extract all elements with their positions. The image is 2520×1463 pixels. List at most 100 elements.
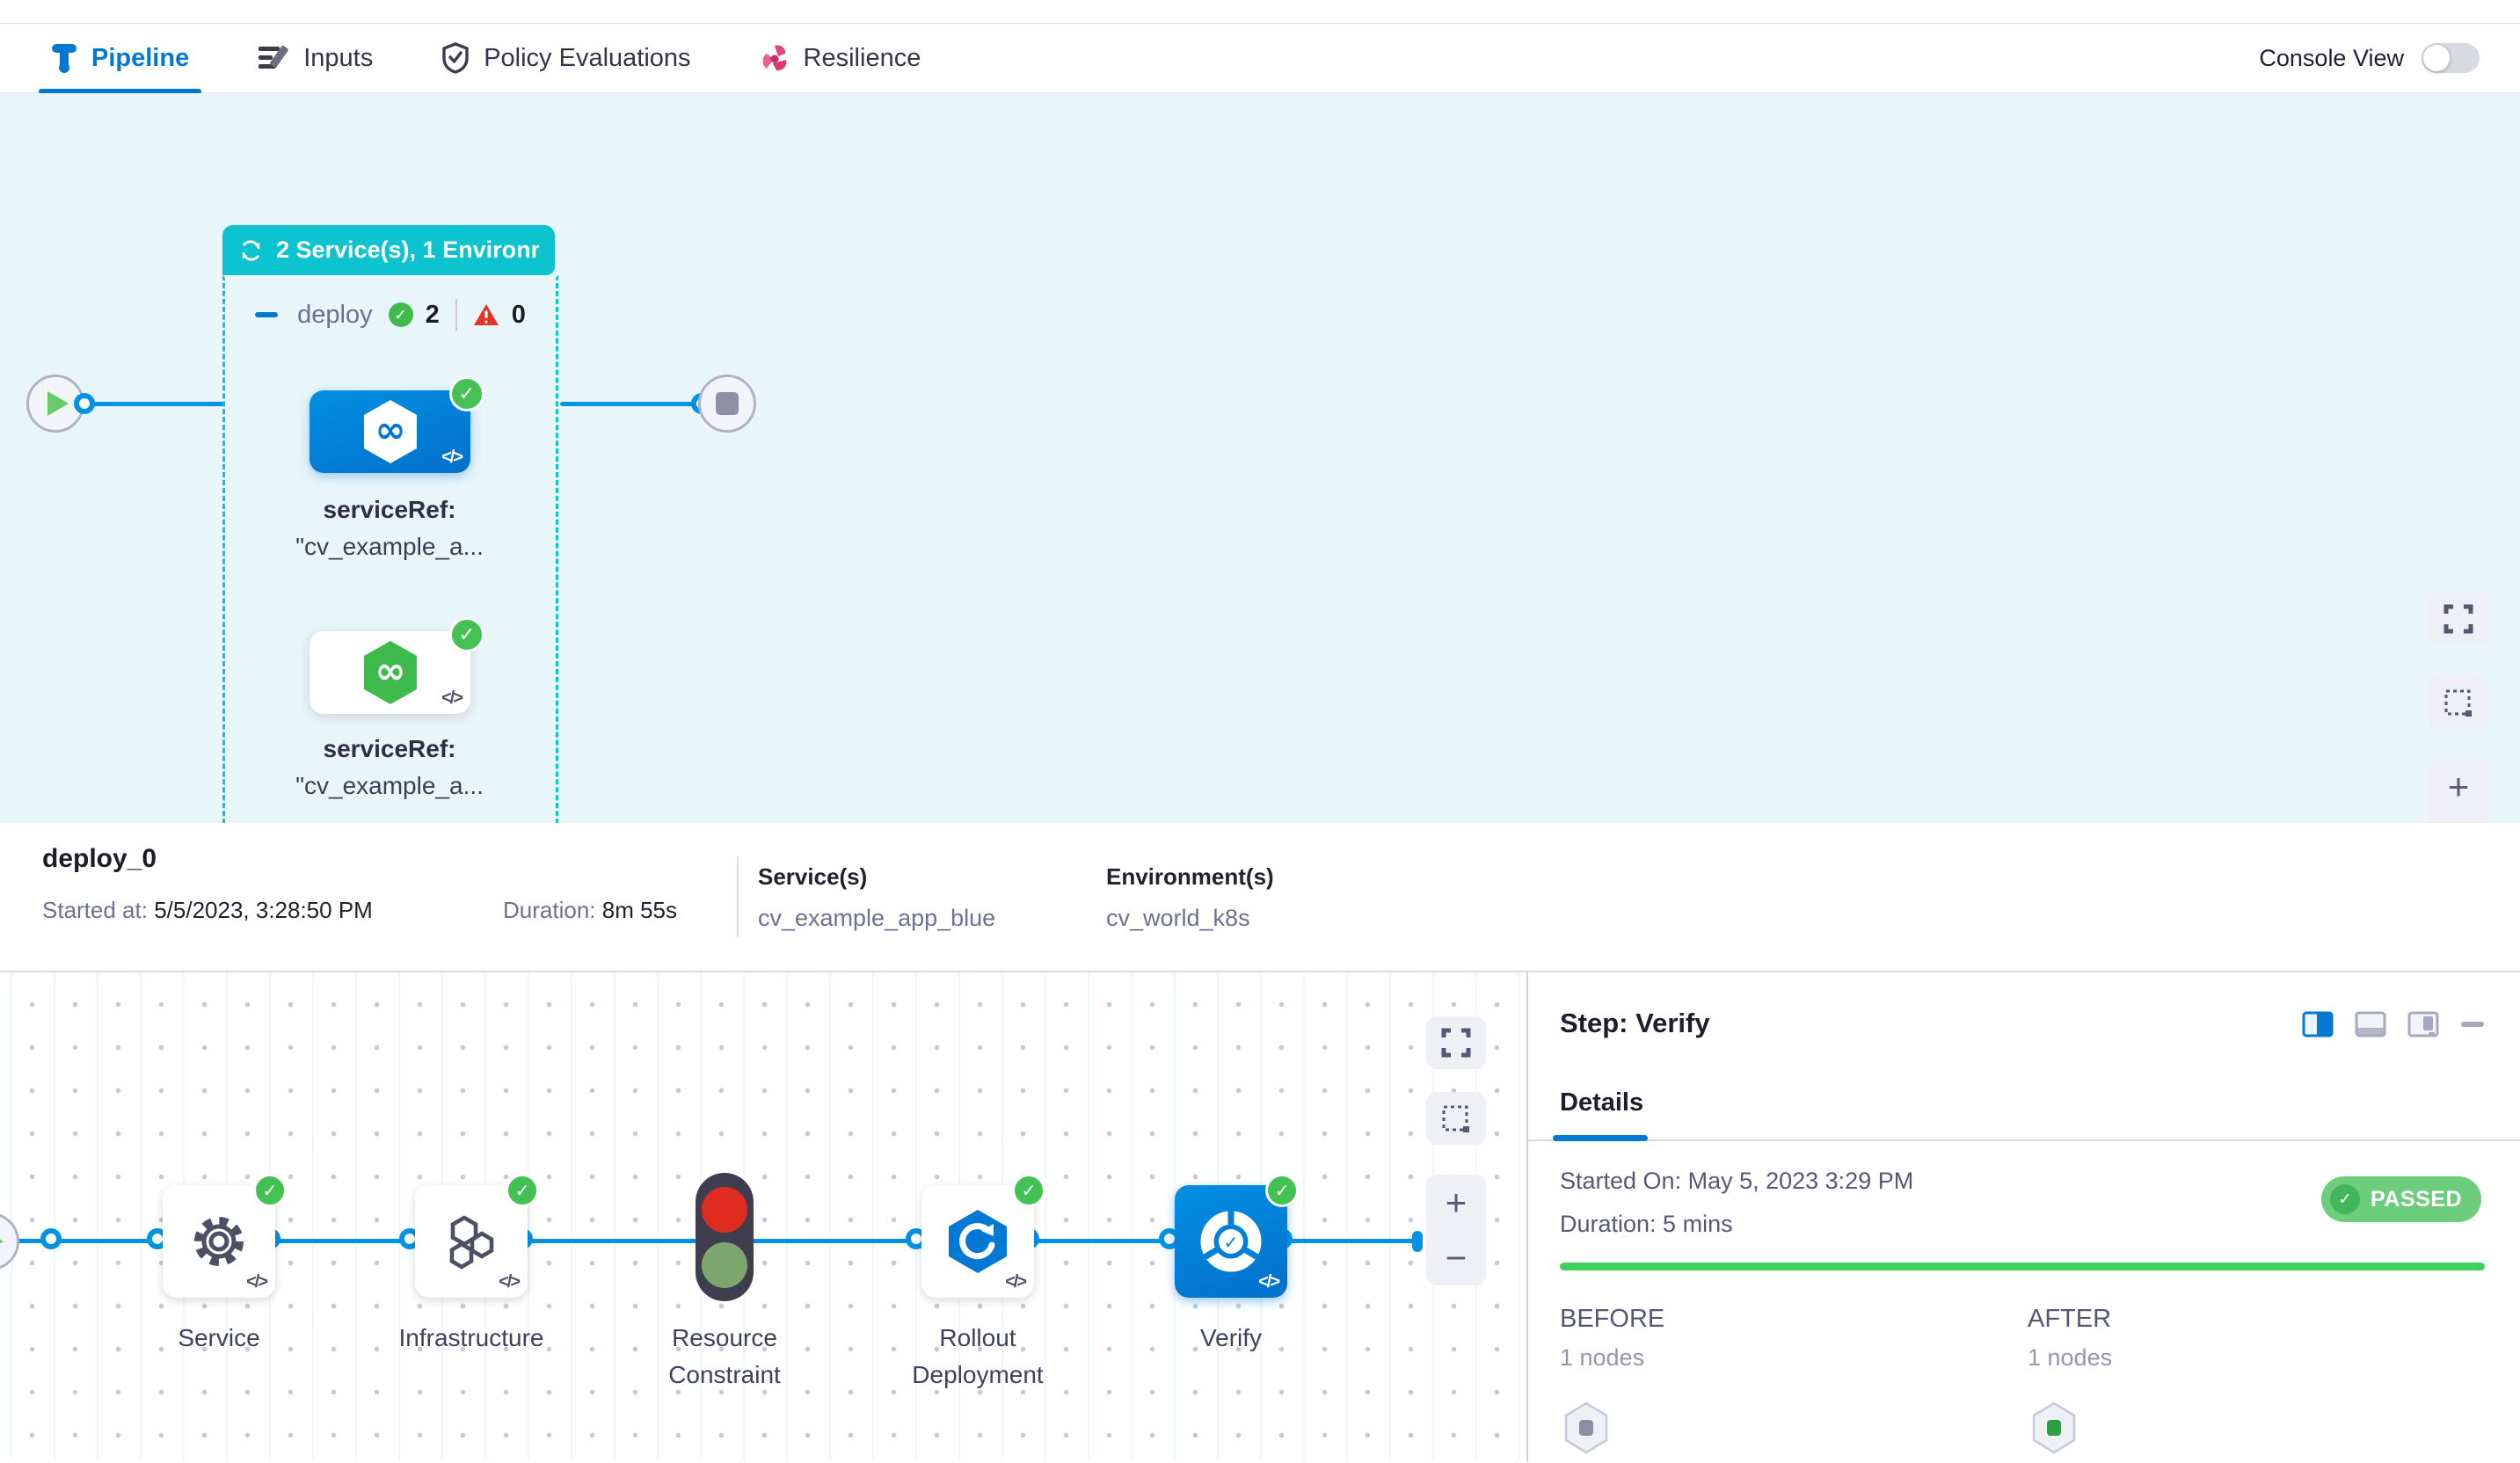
warning-triangle-icon xyxy=(473,303,499,327)
stop-icon xyxy=(716,392,739,415)
tab-resilience[interactable]: Resilience xyxy=(760,23,921,93)
svg-text:∞: ∞ xyxy=(375,408,405,451)
code-icon: </> xyxy=(246,1272,266,1292)
code-icon: </> xyxy=(1258,1272,1278,1292)
after-count: 1 nodes xyxy=(2028,1344,2112,1372)
service-node-1[interactable]: ∞ ✓ </> xyxy=(310,390,470,473)
step-label-rollout-deployment: Rollout Deployment xyxy=(846,1320,1110,1394)
svg-text:∞: ∞ xyxy=(375,649,405,692)
canvas-fit-view-button[interactable] xyxy=(2429,593,2488,645)
zoom-out-button[interactable]: − xyxy=(1446,1240,1468,1277)
step-node-rollout-deployment[interactable]: ✓ </> xyxy=(921,1185,1034,1298)
zoom-in-button[interactable]: + xyxy=(2448,768,2470,805)
tab-inputs[interactable]: Inputs xyxy=(258,23,373,93)
panel-layout-controls xyxy=(2302,1011,2485,1037)
details-tab-underline xyxy=(1553,1135,1648,1141)
code-icon: </> xyxy=(1005,1272,1025,1292)
tab-resilience-label: Resilience xyxy=(804,44,921,73)
gear-icon xyxy=(190,1212,248,1270)
started-at-label: Started at: xyxy=(42,897,148,923)
status-success-badge: ✓ xyxy=(449,376,484,411)
tab-pipeline-label: Pipeline xyxy=(91,44,189,73)
tab-policy-evaluations-label: Policy Evaluations xyxy=(484,44,690,73)
canvas-select-button[interactable] xyxy=(2429,676,2488,729)
step-node-infrastructure[interactable]: ✓ </> xyxy=(415,1185,528,1298)
fullscreen-icon xyxy=(1441,1028,1471,1058)
service-ref-label-2: serviceRef: "cv_example_a... xyxy=(249,735,530,800)
before-nodes-group: BEFORE 1 nodes xyxy=(1560,1305,1664,1372)
environments-summary: Environment(s) cv_world_k8s xyxy=(1106,863,1274,932)
canvas-zoom-controls: + − xyxy=(2429,759,2488,823)
layout-right-drawer-icon[interactable] xyxy=(2407,1011,2439,1037)
play-icon xyxy=(47,391,69,416)
marquee-select-icon xyxy=(2443,688,2474,717)
services-label: Service(s) xyxy=(758,863,995,891)
step-detail-title: Step: Verify xyxy=(1560,1008,1710,1039)
execution-detail-area: ✓ </> Service ✓ </> Infrastructure xyxy=(0,972,2520,1461)
layout-bottom-icon[interactable] xyxy=(2355,1011,2386,1037)
step-label-infrastructure: Infrastructure xyxy=(339,1320,603,1357)
pipeline-icon xyxy=(51,42,77,74)
tab-pipeline[interactable]: Pipeline xyxy=(51,23,189,93)
code-icon: </> xyxy=(441,448,462,468)
after-node-hexagon[interactable] xyxy=(2031,1401,2077,1454)
environments-value[interactable]: cv_world_k8s xyxy=(1106,905,1274,932)
edge-stage-to-end xyxy=(560,402,703,406)
canvas-select-button[interactable] xyxy=(1426,1092,1486,1145)
harness-service-icon: ∞ xyxy=(358,397,423,467)
tab-details[interactable]: Details xyxy=(1560,1088,1643,1117)
summary-divider xyxy=(737,856,739,937)
status-badge: ✓ PASSED xyxy=(2321,1176,2481,1222)
edge-connector-dot xyxy=(40,1228,62,1249)
services-value[interactable]: cv_example_app_blue xyxy=(758,905,995,932)
console-view-toggle[interactable] xyxy=(2422,43,2480,73)
step-detail-panel: Step: Verify Detai xyxy=(1526,972,2520,1461)
console-view-group: Console View xyxy=(2259,23,2480,93)
step-duration: Duration: 5 mins xyxy=(1560,1211,1733,1238)
status-success-badge: ✓ xyxy=(1265,1174,1299,1207)
execution-tabs: Pipeline Inputs Policy Evaluations xyxy=(51,23,921,93)
step-node-service[interactable]: ✓ </> xyxy=(163,1185,275,1298)
zoom-in-button[interactable]: + xyxy=(1446,1184,1468,1221)
resilience-chaos-icon xyxy=(760,42,790,74)
count-divider xyxy=(455,299,457,331)
pipeline-execution-page: Pipeline Inputs Policy Evaluations xyxy=(0,0,2520,1463)
pipeline-stage-canvas[interactable]: 2 Service(s), 1 Environme... deploy ✓ 2 … xyxy=(0,93,2520,823)
service-ref-value: "cv_example_a... xyxy=(249,772,530,800)
status-badge-label: PASSED xyxy=(2371,1187,2462,1212)
minimize-panel-icon[interactable] xyxy=(2460,1011,2485,1037)
execution-graph-canvas[interactable]: ✓ </> Service ✓ </> Infrastructure xyxy=(0,972,1526,1461)
step-label-resource-constraint: Resource Constraint xyxy=(593,1320,856,1394)
tab-policy-evaluations[interactable]: Policy Evaluations xyxy=(441,23,690,93)
fullscreen-icon xyxy=(2444,604,2473,634)
duration: Duration: 8m 55s xyxy=(503,897,677,924)
check-icon: ✓ xyxy=(2330,1184,2360,1214)
stage-name: deploy xyxy=(297,301,372,330)
after-nodes-group: AFTER 1 nodes xyxy=(2028,1305,2112,1372)
hexagons-icon xyxy=(441,1212,502,1270)
service-ref-label-1: serviceRef: "cv_example_a... xyxy=(249,496,530,561)
stage-run-name: deploy_0 xyxy=(42,844,157,874)
execution-start-node xyxy=(0,1212,19,1270)
stage-services-badge[interactable]: 2 Service(s), 1 Environme... xyxy=(222,225,555,275)
verification-progress-bar xyxy=(1560,1263,2485,1270)
edge-start-to-stage xyxy=(84,402,224,406)
layout-split-right-icon[interactable] xyxy=(2302,1011,2334,1037)
service-ref-key: serviceRef: xyxy=(249,735,530,763)
service-node-2[interactable]: ∞ ✓ </> xyxy=(310,631,470,714)
step-label-verify: Verify xyxy=(1099,1320,1363,1357)
collapse-stage-icon[interactable] xyxy=(255,312,278,317)
canvas-fit-view-button[interactable] xyxy=(1426,1016,1486,1069)
failed-count: 0 xyxy=(512,301,526,330)
step-node-resource-constraint[interactable] xyxy=(696,1173,754,1301)
rollout-deployment-icon xyxy=(943,1208,1013,1275)
before-label: BEFORE xyxy=(1560,1305,1664,1334)
console-view-label: Console View xyxy=(2259,45,2404,72)
success-check-icon: ✓ xyxy=(389,302,413,327)
code-icon: </> xyxy=(499,1272,519,1292)
node-hexagon-icon xyxy=(2031,1401,2077,1454)
step-node-verify[interactable]: ✓ ✓ </> xyxy=(1175,1185,1287,1298)
green-light xyxy=(702,1242,747,1288)
play-icon xyxy=(0,1229,4,1254)
before-node-hexagon[interactable] xyxy=(1563,1401,1609,1454)
